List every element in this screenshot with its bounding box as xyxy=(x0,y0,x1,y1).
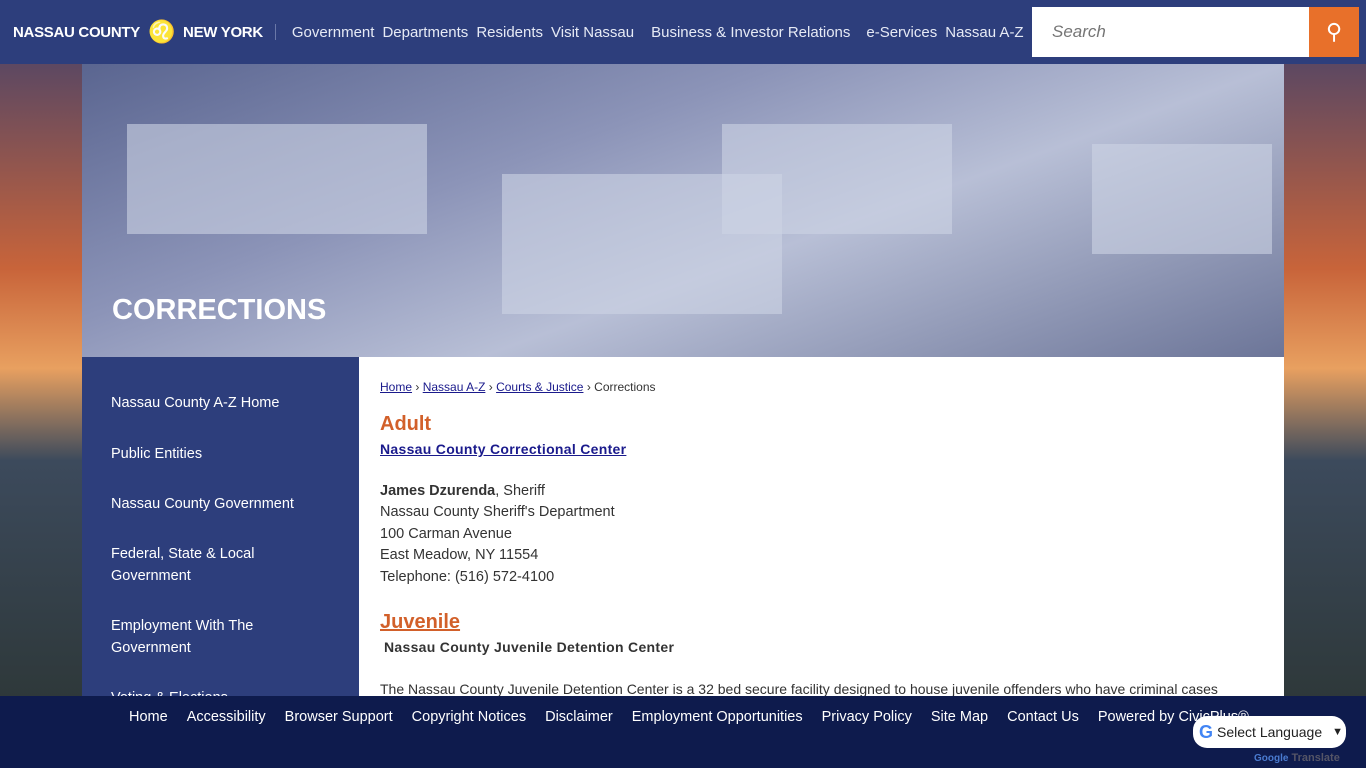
footer-home[interactable]: Home xyxy=(129,709,168,725)
banner-image: CORRECTIONS xyxy=(82,64,1284,357)
nav-residents[interactable]: Residents xyxy=(476,24,543,41)
sidebar: Nassau County A-Z Home Public Entities N… xyxy=(82,357,359,696)
divider xyxy=(274,24,276,40)
sidebar-item-a-z-home[interactable]: Nassau County A-Z Home xyxy=(82,392,322,414)
sidebar-item-public-entities[interactable]: Public Entities xyxy=(82,443,322,465)
breadcrumb-current: Corrections xyxy=(594,380,656,394)
address-line1: 100 Carman Avenue xyxy=(380,526,512,542)
nav-visit-nassau[interactable]: Visit Nassau xyxy=(551,24,634,41)
lion-icon: ♌ xyxy=(147,19,176,44)
google-translate-credit[interactable]: Google Translate xyxy=(1254,752,1340,764)
breadcrumb: Home › Nassau A-Z › Courts & Justice › C… xyxy=(380,380,656,394)
page-title: CORRECTIONS xyxy=(112,294,327,326)
footer: Home Accessibility Browser Support Copyr… xyxy=(0,696,1366,768)
main-content: Home › Nassau A-Z › Courts & Justice › C… xyxy=(359,357,1284,696)
search-icon: ⚲ xyxy=(1325,19,1343,44)
juvenile-center: Nassau County Juvenile Detention Center xyxy=(384,639,675,655)
language-select[interactable]: G Select Language ▼ xyxy=(1193,716,1346,748)
breadcrumb-nassau-a-z[interactable]: Nassau A-Z xyxy=(423,380,486,394)
search-input[interactable] xyxy=(1032,7,1309,57)
breadcrumb-home[interactable]: Home xyxy=(380,380,412,394)
logo-text-right: NEW YORK xyxy=(183,23,263,41)
department: Nassau County Sheriff's Department xyxy=(380,504,615,520)
nav-departments[interactable]: Departments xyxy=(382,24,468,41)
main-nav: Government Departments Residents Visit N… xyxy=(292,24,1024,41)
sheriff-name: James Dzurenda xyxy=(380,483,496,499)
sidebar-item-federal-state-local[interactable]: Federal, State & Local Government xyxy=(82,543,322,587)
breadcrumb-courts[interactable]: Courts & Justice xyxy=(496,380,583,394)
logo-text-left: NASSAU COUNTY xyxy=(13,23,140,41)
juvenile-heading-link[interactable]: Juvenile xyxy=(380,611,460,634)
sidebar-item-employment[interactable]: Employment With The Government xyxy=(82,615,322,659)
translate-text: Translate xyxy=(1291,752,1340,764)
footer-browser-support[interactable]: Browser Support xyxy=(285,709,393,725)
logo[interactable]: NASSAU COUNTY ♌ NEW YORK xyxy=(13,19,263,45)
footer-accessibility[interactable]: Accessibility xyxy=(187,709,266,725)
breadcrumb-sep: › xyxy=(415,380,420,394)
chevron-down-icon: ▼ xyxy=(1332,726,1343,738)
sheriff-title: , Sheriff xyxy=(495,483,545,499)
phone: Telephone: (516) 572-4100 xyxy=(380,569,555,585)
correctional-center-link[interactable]: Nassau County Correctional Center xyxy=(380,441,626,457)
breadcrumb-sep: › xyxy=(586,380,591,394)
footer-site-map[interactable]: Site Map xyxy=(931,709,988,725)
breadcrumb-sep: › xyxy=(488,380,493,394)
nav-a-z[interactable]: Nassau A-Z xyxy=(945,24,1023,41)
footer-links: Home Accessibility Browser Support Copyr… xyxy=(129,709,1249,725)
sidebar-item-county-government[interactable]: Nassau County Government xyxy=(82,493,322,515)
nav-government[interactable]: Government xyxy=(292,24,375,41)
footer-employment[interactable]: Employment Opportunities xyxy=(632,709,803,725)
footer-disclaimer[interactable]: Disclaimer xyxy=(545,709,613,725)
nav-business[interactable]: Business & Investor Relations xyxy=(651,24,850,41)
footer-contact[interactable]: Contact Us xyxy=(1007,709,1079,725)
sidebar-item-voting[interactable]: Voting & Elections xyxy=(82,687,322,696)
juvenile-description: The Nassau County Juvenile Detention Cen… xyxy=(380,681,1218,696)
nav-eservices[interactable]: e-Services xyxy=(866,24,937,41)
google-logo-text: Google xyxy=(1254,753,1289,764)
language-select-label: Select Language xyxy=(1217,724,1323,740)
adult-heading: Adult xyxy=(380,413,432,435)
search-button[interactable]: ⚲ xyxy=(1309,7,1359,57)
sheriff-line: James Dzurenda, Sheriff xyxy=(380,483,545,499)
google-g-icon: G xyxy=(1199,721,1214,742)
footer-privacy[interactable]: Privacy Policy xyxy=(822,709,912,725)
footer-copyright[interactable]: Copyright Notices xyxy=(412,709,526,725)
address-line2: East Meadow, NY 11554 xyxy=(380,547,539,563)
